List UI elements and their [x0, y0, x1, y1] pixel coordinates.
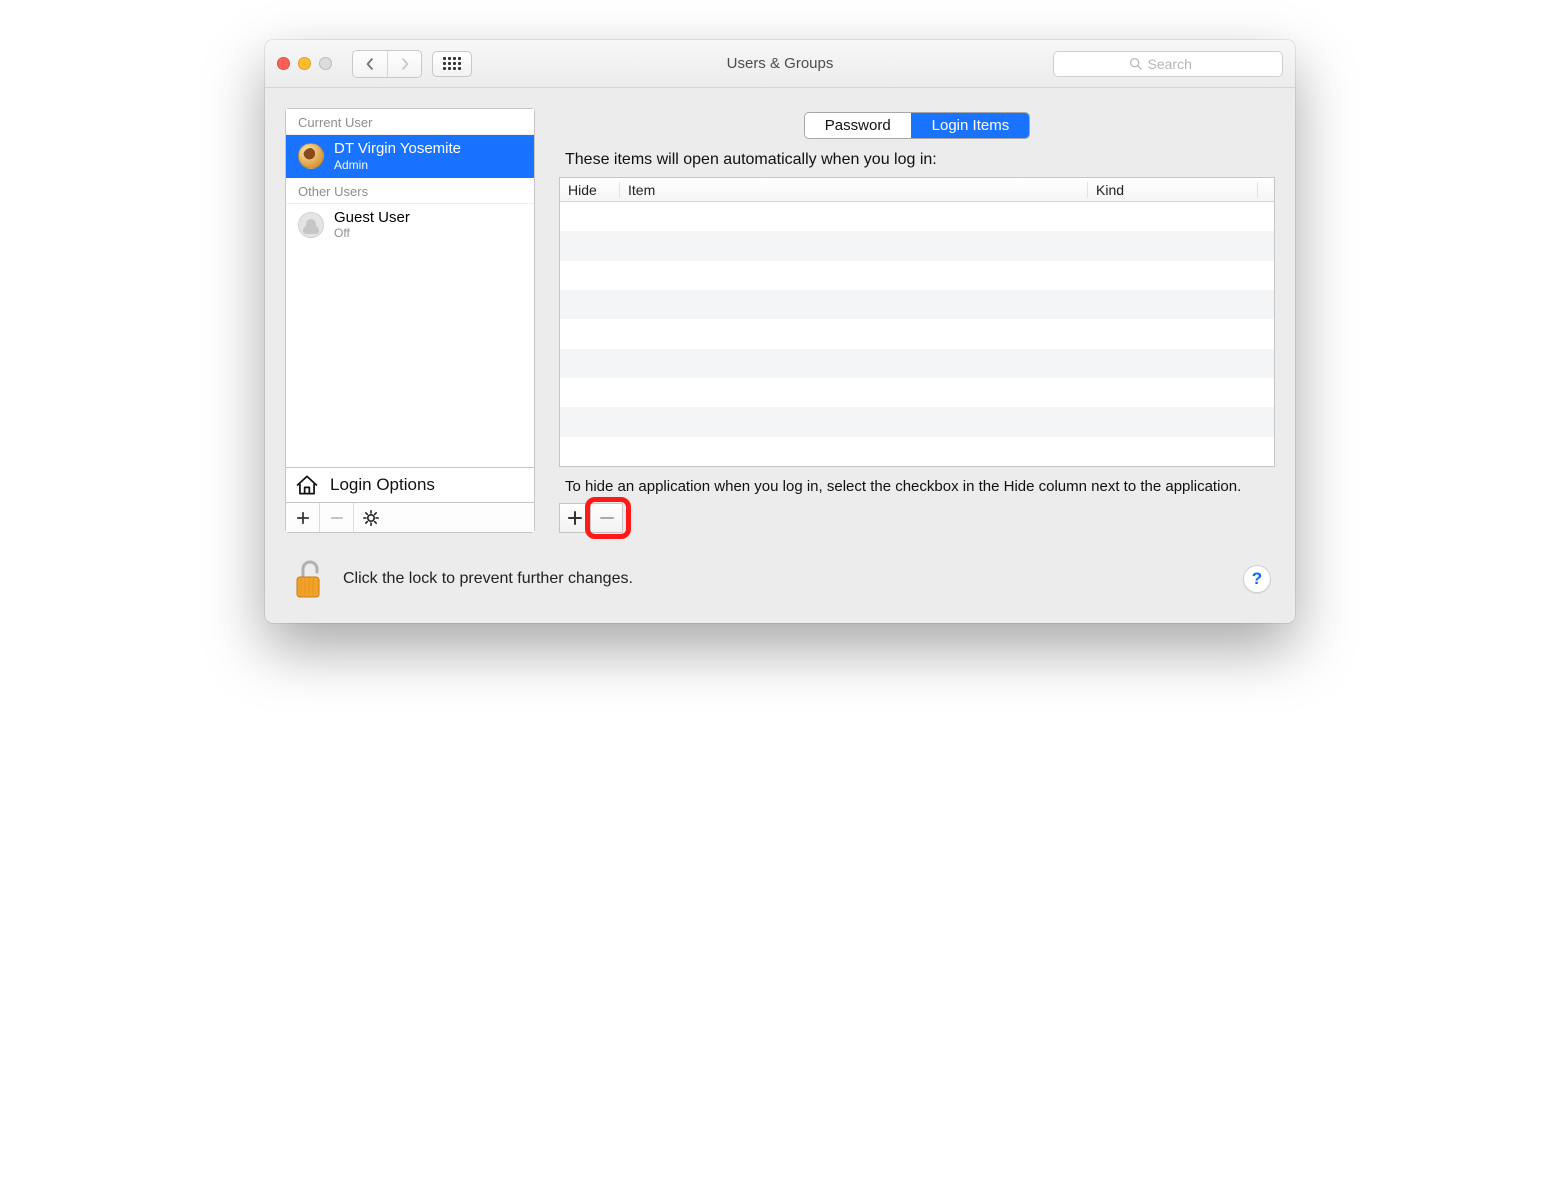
current-user-section-label: Current User	[286, 109, 534, 135]
login-items-table: Hide Item Kind	[559, 177, 1275, 467]
main-panel: Password Login Items These items will op…	[559, 108, 1275, 533]
user-name: DT Virgin Yosemite	[334, 141, 461, 158]
grid-icon	[443, 57, 461, 70]
preferences-window: Users & Groups Current User DT Virgin Yo…	[265, 40, 1295, 623]
login-items-toolbar	[559, 503, 623, 533]
sidebar-toolbar	[286, 502, 534, 532]
column-kind[interactable]: Kind	[1088, 182, 1258, 198]
show-all-button[interactable]	[432, 51, 472, 77]
remove-login-item-button[interactable]	[591, 503, 623, 533]
table-row	[560, 349, 1274, 378]
table-row	[560, 319, 1274, 348]
content-area: Current User DT Virgin Yosemite Admin Ot…	[265, 88, 1295, 547]
nav-segment	[352, 50, 422, 78]
table-row	[560, 202, 1274, 231]
avatar-icon	[298, 143, 324, 169]
minus-icon	[330, 511, 344, 525]
column-hide[interactable]: Hide	[560, 182, 620, 198]
search-icon	[1129, 57, 1142, 70]
titlebar: Users & Groups	[265, 40, 1295, 88]
user-meta: Guest User Off	[334, 210, 410, 241]
window-controls	[277, 57, 332, 70]
table-row	[560, 231, 1274, 260]
user-row-guest[interactable]: Guest User Off	[286, 204, 534, 247]
user-actions-button[interactable]	[354, 503, 388, 532]
table-row	[560, 437, 1274, 466]
lock-hint-text: Click the lock to prevent further change…	[343, 570, 633, 588]
search-input[interactable]	[1148, 56, 1208, 72]
column-item[interactable]: Item	[620, 182, 1088, 198]
table-row	[560, 407, 1274, 436]
help-button[interactable]: ?	[1243, 565, 1271, 593]
zoom-window-button[interactable]	[319, 57, 332, 70]
user-meta: DT Virgin Yosemite Admin	[334, 141, 461, 172]
minus-icon	[599, 510, 615, 526]
table-row	[560, 290, 1274, 319]
back-button[interactable]	[353, 51, 387, 77]
remove-user-button[interactable]	[320, 503, 354, 532]
minimize-window-button[interactable]	[298, 57, 311, 70]
avatar-icon	[298, 212, 324, 238]
gear-icon	[363, 510, 379, 526]
add-user-button[interactable]	[286, 503, 320, 532]
tab-login-items[interactable]: Login Items	[911, 113, 1030, 138]
login-items-intro: These items will open automatically when…	[559, 151, 1275, 177]
close-window-button[interactable]	[277, 57, 290, 70]
hide-hint-text: To hide an application when you log in, …	[559, 477, 1275, 497]
login-options-label: Login Options	[330, 475, 435, 495]
user-list: Current User DT Virgin Yosemite Admin Ot…	[286, 109, 534, 467]
add-login-item-button[interactable]	[559, 503, 591, 533]
user-row-current[interactable]: DT Virgin Yosemite Admin	[286, 135, 534, 178]
table-row	[560, 261, 1274, 290]
tab-password[interactable]: Password	[805, 113, 911, 138]
users-sidebar: Current User DT Virgin Yosemite Admin Ot…	[285, 108, 535, 533]
home-icon	[294, 474, 320, 496]
forward-button[interactable]	[387, 51, 421, 77]
lock-icon[interactable]	[289, 557, 327, 601]
other-users-section-label: Other Users	[286, 178, 534, 204]
tab-segmented-control: Password Login Items	[804, 112, 1030, 139]
user-role: Off	[334, 226, 410, 240]
tab-bar: Password Login Items	[559, 108, 1275, 151]
user-role: Admin	[334, 158, 461, 172]
login-options-row[interactable]: Login Options	[286, 467, 534, 502]
user-name: Guest User	[334, 210, 410, 227]
plus-icon	[296, 511, 310, 525]
footer: Click the lock to prevent further change…	[265, 547, 1295, 623]
table-body[interactable]	[560, 202, 1274, 466]
table-row	[560, 378, 1274, 407]
plus-icon	[567, 510, 583, 526]
search-field[interactable]	[1053, 51, 1283, 77]
table-header: Hide Item Kind	[560, 178, 1274, 202]
